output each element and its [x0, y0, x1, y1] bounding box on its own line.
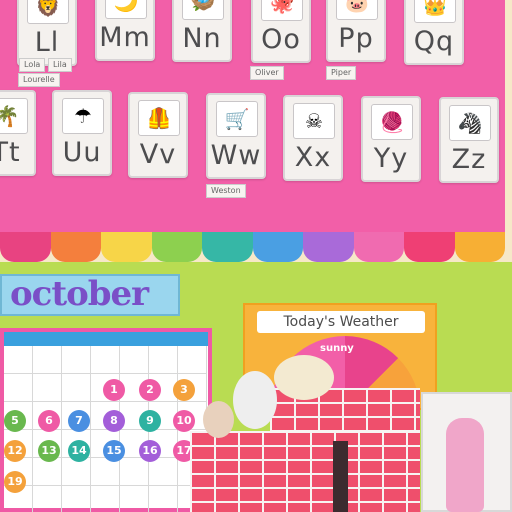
alphabet-card-pp: 🐷 Pp	[326, 0, 386, 62]
month-title: october	[10, 274, 149, 314]
letter-label: Tt	[0, 137, 21, 168]
toy-sheep	[274, 355, 334, 400]
calendar-day-number: 19	[4, 471, 26, 493]
alphabet-card-qq: 👑 Qq	[404, 0, 464, 65]
alphabet-card-uu: ☂ Uu	[52, 90, 112, 176]
calendar-day-number: 2	[139, 379, 161, 401]
tree-icon: 🌴	[0, 98, 28, 134]
weather-title: Today's Weather	[257, 311, 425, 333]
vest-icon: 🦺	[138, 100, 180, 136]
alphabet-card-ww: 🛒 Ww	[206, 93, 266, 179]
moon-icon: 🌙	[105, 0, 147, 19]
umbrella-icon: ☂	[62, 98, 104, 134]
lion-icon: 🦁	[27, 0, 69, 24]
pig-icon: 🐷	[336, 0, 378, 20]
letter-label: Ww	[210, 140, 262, 171]
calendar-cell	[149, 346, 178, 374]
letter-label: Pp	[338, 23, 374, 54]
letter-label: Yy	[373, 143, 409, 174]
yarn-icon: 🧶	[371, 104, 413, 140]
weather-wheel-label: sunny	[320, 343, 354, 354]
letter-label: Xx	[294, 142, 332, 173]
calendar-cell	[120, 346, 149, 374]
classroom-scene: 🦁 Ll 🌙 Mm 🪺 Nn 🐙 Oo 🐷 Pp 👑 Qq Lola Lila Lourel…	[0, 0, 512, 512]
calendar-cell	[62, 374, 91, 402]
calendar-cell	[62, 458, 91, 486]
calendar-cell	[33, 486, 62, 512]
alphabet-card-xx: ☠ Xx	[283, 95, 343, 181]
octopus-icon: 🐙	[261, 0, 303, 21]
calendar-day-number: 6	[38, 410, 60, 432]
alphabet-card-yy: 🧶 Yy	[361, 96, 421, 182]
name-tag: Lila	[48, 58, 72, 72]
letter-label: Nn	[182, 23, 222, 54]
month-banner: october	[0, 274, 180, 316]
letter-label: Zz	[451, 144, 487, 175]
calendar-weekday-header	[4, 332, 208, 346]
calendar-cell	[33, 374, 62, 402]
calendar-cell	[62, 346, 91, 374]
calendar-day-number: 8	[103, 410, 125, 432]
queen-icon: 👑	[414, 0, 456, 23]
calendar-day-number: 7	[68, 410, 90, 432]
calendar-day-number: 10	[173, 410, 195, 432]
letter-label: Mm	[99, 22, 151, 53]
calendar-day-number: 14	[68, 440, 90, 462]
name-tag: Lourelle	[18, 73, 60, 87]
calendar-cell	[33, 346, 62, 374]
calendar-day-number: 13	[38, 440, 60, 462]
calendar: 1 2 3 5 6 7 8 9 10 12 13 14 15 16 17 19	[0, 328, 212, 512]
toy-doll	[446, 418, 484, 512]
house-door	[333, 441, 348, 512]
x-ray-icon: ☠	[293, 103, 335, 139]
calendar-cell	[120, 486, 149, 512]
alphabet-card-mm: 🌙 Mm	[95, 0, 155, 61]
calendar-day-number: 1	[103, 379, 125, 401]
teddy-bear	[203, 401, 234, 438]
toy-cat	[233, 371, 277, 429]
alphabet-card-vv: 🦺 Vv	[128, 92, 188, 178]
calendar-day-number: 9	[139, 410, 161, 432]
wagon-icon: 🛒	[216, 101, 258, 137]
name-tag: Piper	[326, 66, 357, 80]
alphabet-bulletin-board: 🦁 Ll 🌙 Mm 🪺 Nn 🐙 Oo 🐷 Pp 👑 Qq Lola Lila Lourel…	[0, 0, 505, 236]
letter-label: Ll	[34, 27, 60, 58]
alphabet-card-tt: 🌴Tt	[0, 90, 36, 176]
calendar-cell	[149, 458, 178, 486]
letter-label: Vv	[139, 139, 177, 170]
nest-icon: 🪺	[182, 0, 224, 20]
calendar-cell	[4, 374, 33, 402]
calendar-cell	[120, 458, 149, 486]
calendar-cell	[178, 346, 207, 374]
calendar-cell	[33, 458, 62, 486]
calendar-day-number: 16	[139, 440, 161, 462]
letter-label: Uu	[62, 137, 102, 168]
calendar-day-number: 5	[4, 410, 26, 432]
name-tag: Lola	[19, 58, 46, 72]
alphabet-card-oo: 🐙 Oo	[251, 0, 311, 63]
calendar-day-number: 3	[173, 379, 195, 401]
letter-label: Qq	[413, 26, 455, 57]
brick-house-wall	[190, 431, 420, 512]
name-tag: Oliver	[250, 66, 284, 80]
rainbow-scallop-border	[0, 232, 505, 266]
calendar-cell	[62, 486, 91, 512]
calendar-cell	[91, 458, 120, 486]
calendar-cell	[91, 486, 120, 512]
calendar-cell	[91, 346, 120, 374]
calendar-day-number: 15	[103, 440, 125, 462]
alphabet-card-zz: 🦓 Zz	[439, 97, 499, 183]
alphabet-card-ll: 🦁 Ll	[17, 0, 77, 66]
alphabet-card-nn: 🪺 Nn	[172, 0, 232, 62]
calendar-day-number: 12	[4, 440, 26, 462]
zebra-icon: 🦓	[449, 105, 491, 141]
calendar-cell	[4, 346, 33, 374]
name-tag: Weston	[206, 184, 246, 198]
letter-label: Oo	[261, 24, 301, 55]
calendar-cell	[149, 486, 178, 512]
